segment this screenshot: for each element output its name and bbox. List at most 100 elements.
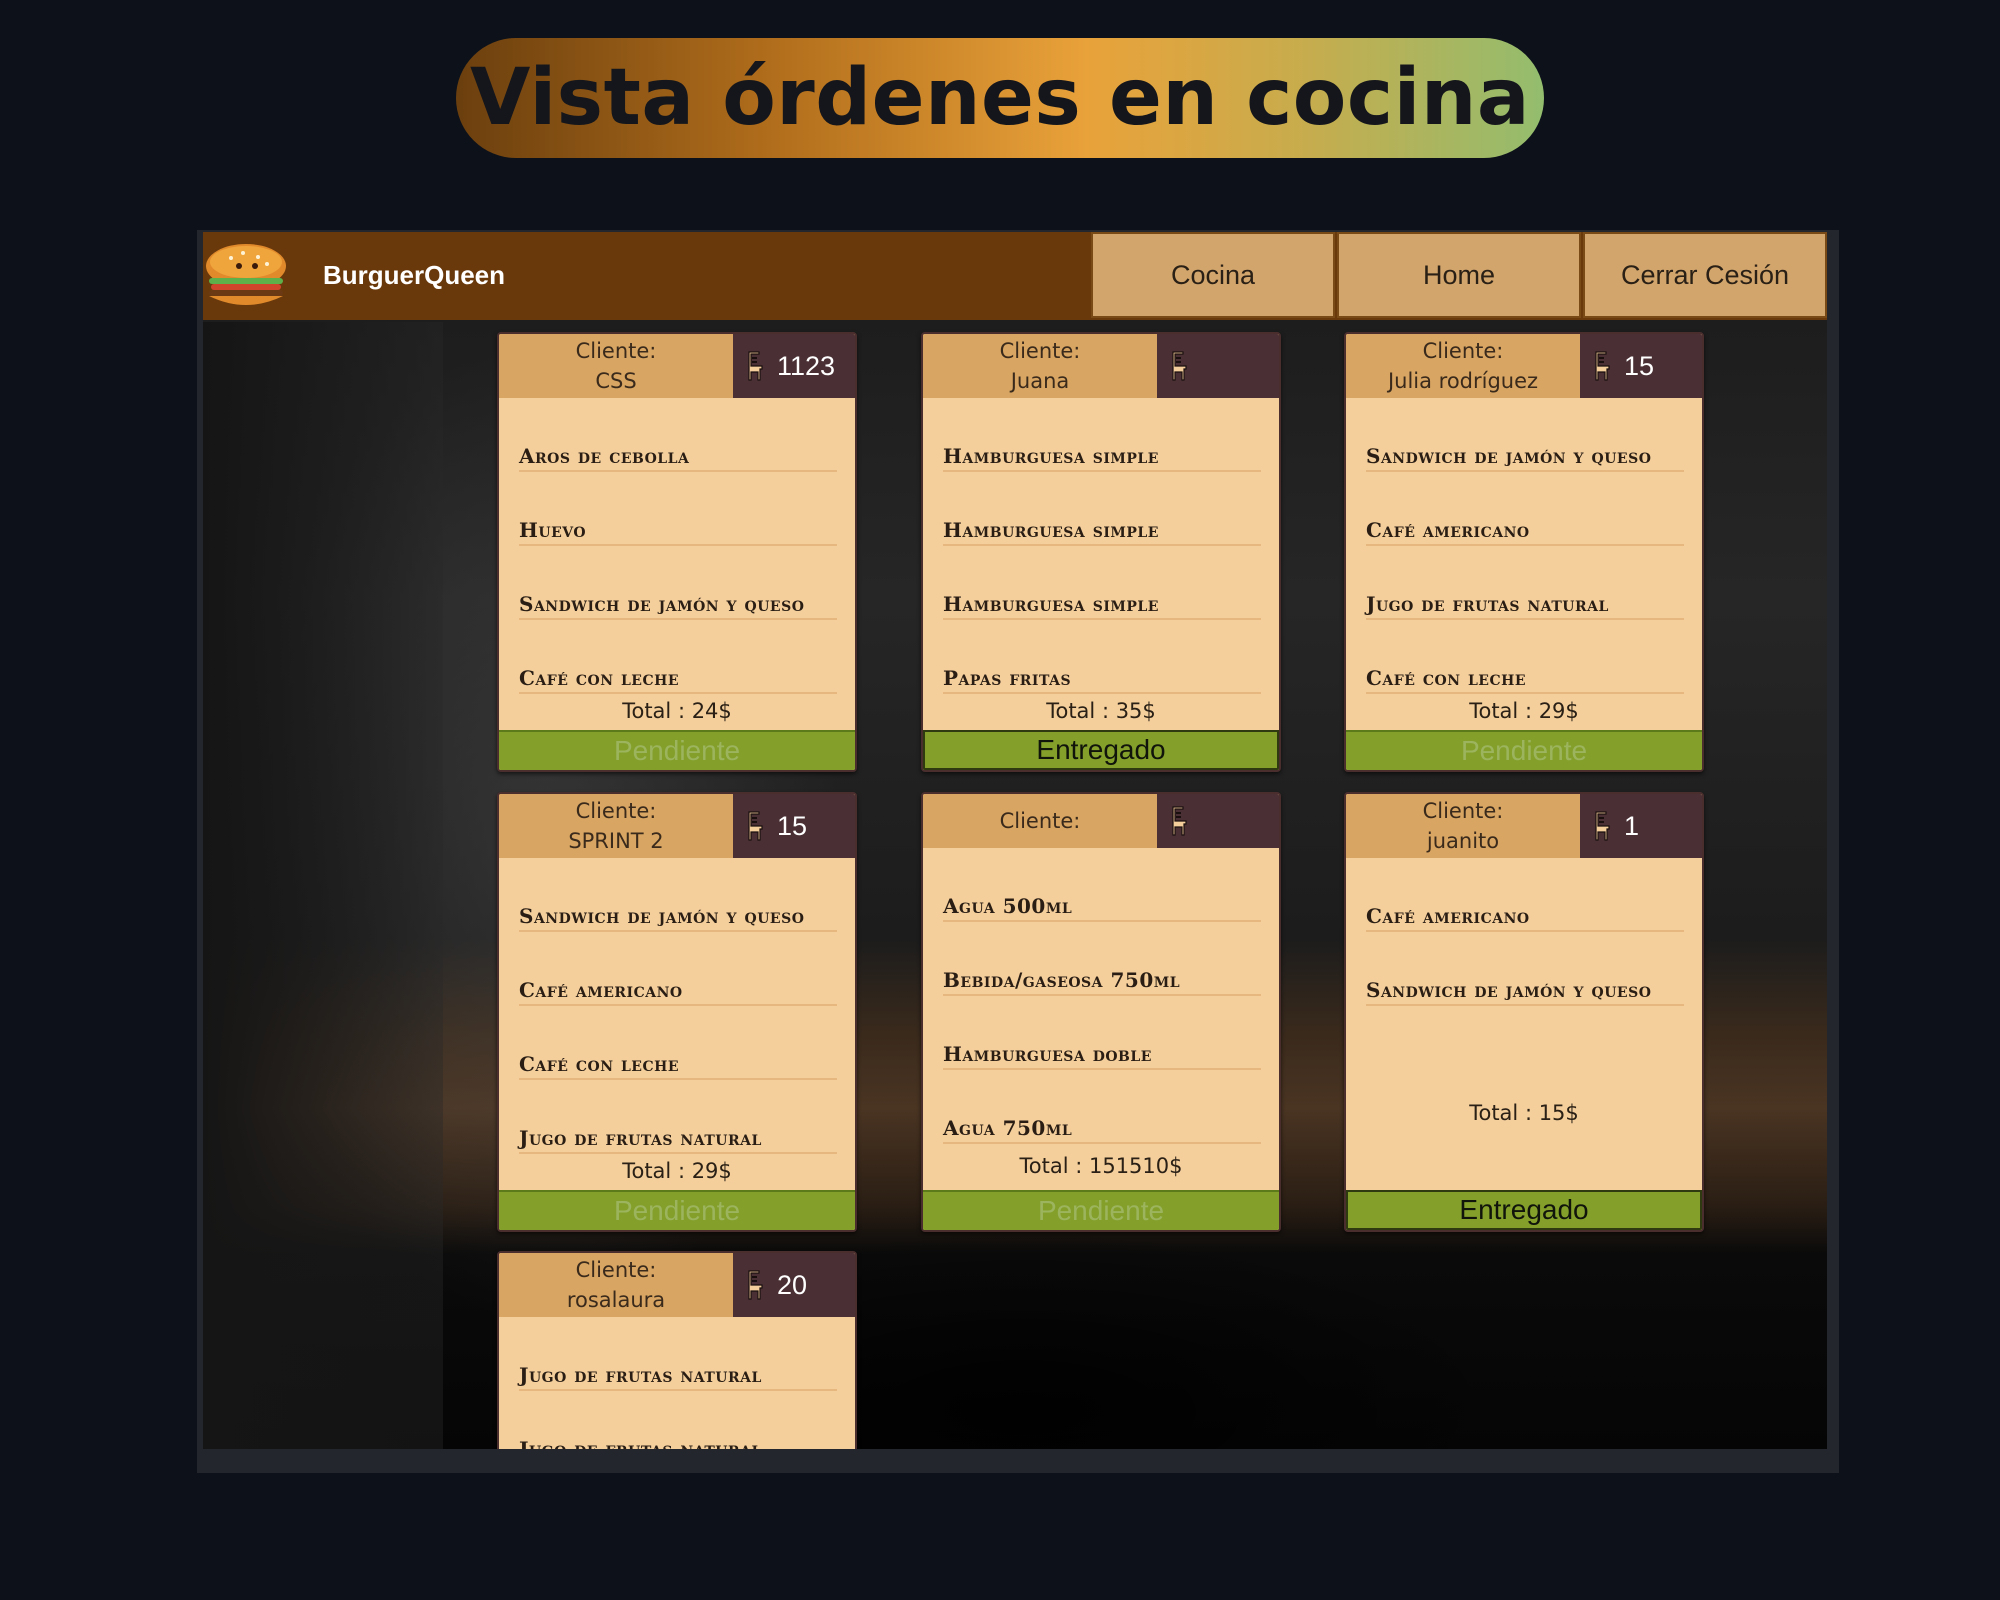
order-total: Total : 151510$ <box>1019 1154 1183 1178</box>
item-name: Café americano <box>1366 904 1530 928</box>
background-wall <box>203 322 443 1449</box>
table-badge <box>1157 794 1279 848</box>
item-name: Hamburguesa simple <box>943 592 1159 616</box>
order-total: Total : 35$ <box>1046 699 1156 723</box>
order-item: Hamburguesa simple <box>943 472 1261 546</box>
order-item: Sandwich de jamón y queso <box>1366 932 1684 1006</box>
item-name: Papas fritas <box>943 666 1072 690</box>
order-card: Cliente: rosalaura 20 Jugo de frutas nat… <box>497 1251 857 1449</box>
table-badge: 20 <box>733 1253 855 1317</box>
status-button[interactable]: Entregado <box>923 730 1279 770</box>
order-header: Cliente: juanito 1 <box>1346 794 1702 858</box>
table-badge: 1123 <box>733 334 855 398</box>
item-name: Hamburguesa doble <box>943 1042 1152 1066</box>
client-label: Cliente: <box>1422 799 1504 823</box>
status-button[interactable]: Pendiente <box>499 730 855 770</box>
order-item: Café americano <box>1366 472 1684 546</box>
order-items: Sandwich de jamón y queso Café americano… <box>1366 398 1684 694</box>
item-name: Jugo de frutas natural <box>519 1437 762 1449</box>
item-name: Hamburguesa simple <box>943 518 1159 542</box>
table-number: 1123 <box>777 350 836 381</box>
client-name: CSS <box>595 369 637 393</box>
nav-home-button[interactable]: Home <box>1337 232 1581 318</box>
order-card: Cliente: Julia rodríguez 15 Sandwich de … <box>1344 332 1704 772</box>
app-window: BurguerQueen Cocina Home Cerrar Cesión C… <box>203 232 1827 1449</box>
client-box: Cliente: SPRINT 2 <box>499 794 733 860</box>
order-item: Agua 750ml <box>943 1070 1261 1144</box>
order-header: Cliente: rosalaura 20 <box>499 1253 855 1317</box>
chair-icon <box>1172 806 1187 836</box>
item-name: Jugo de frutas natural <box>1366 592 1609 616</box>
status-button[interactable]: Pendiente <box>1346 730 1702 770</box>
order-header: Cliente: Juana <box>923 334 1279 398</box>
order-item: Papas fritas <box>943 620 1261 694</box>
order-total: Total : 15$ <box>1469 1101 1579 1125</box>
order-item: Sandwich de jamón y queso <box>519 858 837 932</box>
status-button[interactable]: Pendiente <box>923 1190 1279 1230</box>
order-item: Aros de cebolla <box>519 398 837 472</box>
item-name: Café con leche <box>1366 666 1527 690</box>
order-items: Aros de cebolla Huevo Sandwich de jamón … <box>519 398 837 694</box>
table-number: 15 <box>1624 350 1655 381</box>
order-item: Bebida/gaseosa 750ml <box>943 922 1261 996</box>
item-name: Café americano <box>519 978 683 1002</box>
order-item: Café con leche <box>1366 620 1684 694</box>
burger-logo-icon <box>206 244 286 305</box>
client-label: Cliente: <box>575 1258 657 1282</box>
banner-title: Vista órdenes en cocina <box>469 53 1531 143</box>
chair-icon <box>1595 351 1610 381</box>
client-name: SPRINT 2 <box>568 829 664 853</box>
order-total: Total : 29$ <box>1469 699 1579 723</box>
brand-name[interactable]: BurguerQueen <box>323 260 505 291</box>
item-name: Sandwich de jamón y queso <box>519 904 805 928</box>
item-name: Agua 750ml <box>943 1116 1073 1140</box>
order-total: Total : 29$ <box>622 1159 732 1183</box>
status-button[interactable]: Pendiente <box>499 1190 855 1230</box>
order-total: Total : 24$ <box>622 699 732 723</box>
order-item: Jugo de frutas natural <box>1366 546 1684 620</box>
item-name: Huevo <box>519 518 587 542</box>
order-items: Sandwich de jamón y queso Café americano… <box>519 858 837 1154</box>
client-label: Cliente: <box>999 809 1081 833</box>
order-item: Café americano <box>1366 858 1684 932</box>
item-name: Jugo de frutas natural <box>519 1363 762 1387</box>
client-label: Cliente: <box>1422 339 1504 363</box>
order-item: Sandwich de jamón y queso <box>1366 398 1684 472</box>
order-items: Jugo de frutas natural Jugo de frutas na… <box>519 1317 837 1449</box>
order-items: Café americano Sandwich de jamón y queso <box>1366 858 1684 1006</box>
item-name: Café americano <box>1366 518 1530 542</box>
order-item: Café con leche <box>519 1006 837 1080</box>
table-badge: 15 <box>1580 334 1702 398</box>
order-item: Huevo <box>519 472 837 546</box>
order-header: Cliente: Julia rodríguez 15 <box>1346 334 1702 398</box>
table-number: 1 <box>1624 810 1640 841</box>
client-name: Julia rodríguez <box>1387 369 1539 393</box>
order-card: Cliente: SPRINT 2 15 Sandwich de jamón y… <box>497 792 857 1232</box>
client-box: Cliente: rosalaura <box>499 1253 733 1319</box>
order-item: Agua 500ml <box>943 848 1261 922</box>
order-item: Café americano <box>519 932 837 1006</box>
chair-icon <box>748 1270 763 1300</box>
client-name: rosalaura <box>566 1288 666 1312</box>
order-items: Hamburguesa simple Hamburguesa simple Ha… <box>943 398 1261 694</box>
item-name: Agua 500ml <box>943 894 1073 918</box>
chair-icon <box>748 811 763 841</box>
order-card: Cliente: Juana Hamburguesa simple Hambur… <box>921 332 1281 772</box>
order-item: Hamburguesa simple <box>943 398 1261 472</box>
nav-cocina-button[interactable]: Cocina <box>1091 232 1335 318</box>
order-items: Agua 500ml Bebida/gaseosa 750ml Hamburgu… <box>943 848 1261 1144</box>
order-header: Cliente: CSS 1123 <box>499 334 855 398</box>
table-badge <box>1157 334 1279 398</box>
table-badge: 15 <box>733 794 855 858</box>
status-button[interactable]: Entregado <box>1346 1190 1702 1230</box>
client-label: Cliente: <box>575 339 657 363</box>
nav-logout-button[interactable]: Cerrar Cesión <box>1583 232 1827 318</box>
order-item: Café con leche <box>519 620 837 694</box>
client-box: Cliente: <box>923 794 1157 848</box>
table-number: 15 <box>777 810 808 841</box>
order-card: Cliente: CSS 1123 Aros de cebolla Huevo … <box>497 332 857 772</box>
table-number: 20 <box>777 1269 808 1300</box>
order-item: Sandwich de jamón y queso <box>519 546 837 620</box>
item-name: Café con leche <box>519 1052 680 1076</box>
chair-icon <box>748 351 763 381</box>
